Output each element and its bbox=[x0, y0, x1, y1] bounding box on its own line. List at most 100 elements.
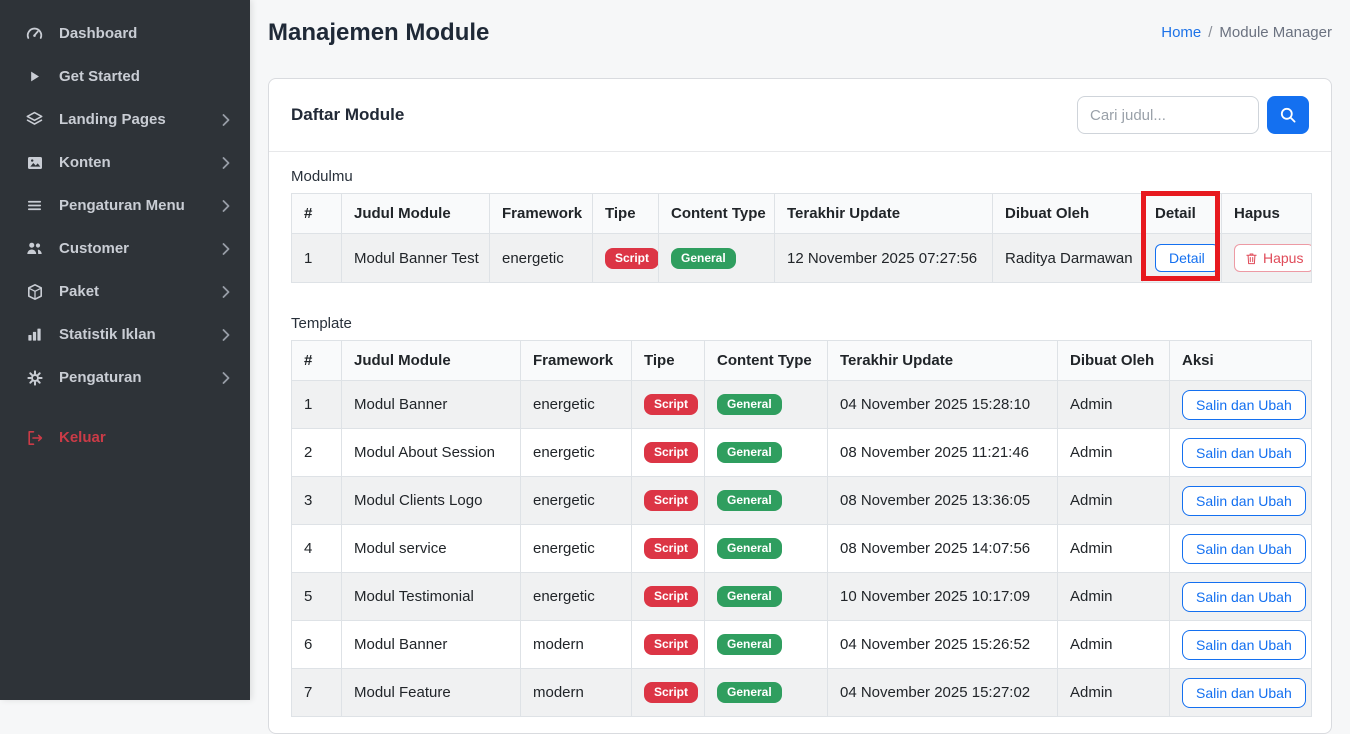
content-type-cell: General bbox=[705, 525, 828, 573]
hapus-button-label: Hapus bbox=[1263, 250, 1303, 266]
sidebar-item-paket[interactable]: Paket bbox=[0, 270, 250, 313]
aksi-cell: Salin dan Ubah bbox=[1170, 669, 1312, 717]
salin-dan-ubah-button[interactable]: Salin dan Ubah bbox=[1182, 582, 1306, 612]
hapus-cell: Hapus bbox=[1222, 234, 1312, 283]
table-row: 2 Modul About Session energetic Script G… bbox=[292, 429, 1312, 477]
tipe-badge: Script bbox=[644, 442, 698, 463]
chevron-right-icon bbox=[222, 286, 230, 298]
aksi-cell: Salin dan Ubah bbox=[1170, 381, 1312, 429]
aksi-cell: Salin dan Ubah bbox=[1170, 525, 1312, 573]
table-header-row: # Judul Module Framework Tipe Content Ty… bbox=[292, 194, 1312, 234]
salin-dan-ubah-button[interactable]: Salin dan Ubah bbox=[1182, 534, 1306, 564]
trash-icon bbox=[1245, 252, 1258, 265]
section-label-modulmu: Modulmu bbox=[291, 168, 1309, 185]
sidebar-item-label: Pengaturan Menu bbox=[59, 197, 185, 214]
hapus-button[interactable]: Hapus bbox=[1234, 244, 1312, 272]
tipe-cell: Script bbox=[632, 669, 705, 717]
sidebar-item-konten[interactable]: Konten bbox=[0, 141, 250, 184]
framework-cell: energetic bbox=[521, 573, 632, 621]
framework-cell: energetic bbox=[521, 429, 632, 477]
sidebar-item-label: Pengaturan bbox=[59, 369, 142, 386]
aksi-cell: Salin dan Ubah bbox=[1170, 477, 1312, 525]
column-header: Framework bbox=[521, 341, 632, 381]
box-icon bbox=[25, 282, 44, 301]
sidebar: Dashboard Get Started Landing Pages Kont… bbox=[0, 0, 250, 700]
content-type-badge: General bbox=[717, 634, 782, 655]
sidebar-item-label: Customer bbox=[59, 240, 129, 257]
salin-dan-ubah-button[interactable]: Salin dan Ubah bbox=[1182, 438, 1306, 468]
chevron-right-icon bbox=[222, 157, 230, 169]
search-icon bbox=[1279, 106, 1297, 124]
terakhir-update-cell: 12 November 2025 07:27:56 bbox=[775, 234, 993, 283]
row-number: 6 bbox=[292, 621, 342, 669]
table-row: 7 Modul Feature modern Script General 04… bbox=[292, 669, 1312, 717]
framework-cell: energetic bbox=[521, 525, 632, 573]
dibuat-oleh-cell: Admin bbox=[1058, 525, 1170, 573]
search-button[interactable] bbox=[1267, 96, 1309, 134]
aksi-cell: Salin dan Ubah bbox=[1170, 429, 1312, 477]
breadcrumb-home-link[interactable]: Home bbox=[1161, 24, 1201, 41]
tipe-cell: Script bbox=[593, 234, 659, 283]
judul-module-cell: Modul Feature bbox=[342, 669, 521, 717]
framework-cell: modern bbox=[521, 621, 632, 669]
framework-cell: energetic bbox=[521, 381, 632, 429]
card-header: Daftar Module bbox=[269, 79, 1331, 152]
card-title: Daftar Module bbox=[291, 105, 404, 125]
daftar-module-card: Daftar Module Modulmu bbox=[268, 78, 1332, 734]
row-number: 5 bbox=[292, 573, 342, 621]
modulmu-table: # Judul Module Framework Tipe Content Ty… bbox=[291, 193, 1312, 283]
row-number: 1 bbox=[292, 381, 342, 429]
speedometer-icon bbox=[25, 24, 44, 43]
dibuat-oleh-cell: Admin bbox=[1058, 381, 1170, 429]
chevron-right-icon bbox=[222, 114, 230, 126]
salin-dan-ubah-button[interactable]: Salin dan Ubah bbox=[1182, 630, 1306, 660]
column-header: Content Type bbox=[659, 194, 775, 234]
terakhir-update-cell: 04 November 2025 15:26:52 bbox=[828, 621, 1058, 669]
salin-dan-ubah-button[interactable]: Salin dan Ubah bbox=[1182, 390, 1306, 420]
column-header: Judul Module bbox=[342, 341, 521, 381]
content-type-cell: General bbox=[705, 381, 828, 429]
image-icon bbox=[25, 153, 44, 172]
sidebar-item-dashboard[interactable]: Dashboard bbox=[0, 12, 250, 55]
sidebar-item-label: Statistik Iklan bbox=[59, 326, 156, 343]
card-body: Modulmu # Judul Module Framework Tipe Co… bbox=[269, 152, 1331, 733]
table-header-row: # Judul Module Framework Tipe Content Ty… bbox=[292, 341, 1312, 381]
detail-button[interactable]: Detail bbox=[1155, 244, 1219, 272]
content-type-cell: General bbox=[705, 621, 828, 669]
column-header: # bbox=[292, 194, 342, 234]
dibuat-oleh-cell: Admin bbox=[1058, 669, 1170, 717]
tipe-badge: Script bbox=[605, 248, 659, 269]
sidebar-item-pengaturan[interactable]: Pengaturan bbox=[0, 356, 250, 399]
sidebar-item-statistik-iklan[interactable]: Statistik Iklan bbox=[0, 313, 250, 356]
detail-cell: Detail bbox=[1143, 234, 1222, 283]
content-type-cell: General bbox=[705, 573, 828, 621]
row-number: 7 bbox=[292, 669, 342, 717]
template-table: # Judul Module Framework Tipe Content Ty… bbox=[291, 340, 1312, 717]
sidebar-item-get-started[interactable]: Get Started bbox=[0, 55, 250, 98]
search-group bbox=[1077, 96, 1309, 134]
template-section: Template # Judul Module Framework Tipe C… bbox=[291, 315, 1309, 717]
content-type-badge: General bbox=[717, 490, 782, 511]
search-input[interactable] bbox=[1077, 96, 1259, 134]
breadcrumb-separator: / bbox=[1208, 24, 1212, 41]
chevron-right-icon bbox=[222, 329, 230, 341]
sidebar-item-landing-pages[interactable]: Landing Pages bbox=[0, 98, 250, 141]
judul-module-cell: Modul About Session bbox=[342, 429, 521, 477]
sidebar-item-customer[interactable]: Customer bbox=[0, 227, 250, 270]
salin-dan-ubah-button[interactable]: Salin dan Ubah bbox=[1182, 678, 1306, 708]
play-icon bbox=[25, 67, 44, 86]
framework-cell: energetic bbox=[490, 234, 593, 283]
dibuat-oleh-cell: Admin bbox=[1058, 621, 1170, 669]
bar-chart-icon bbox=[25, 325, 44, 344]
column-header-detail: Detail bbox=[1143, 194, 1222, 234]
sidebar-item-pengaturan-menu[interactable]: Pengaturan Menu bbox=[0, 184, 250, 227]
salin-dan-ubah-button[interactable]: Salin dan Ubah bbox=[1182, 486, 1306, 516]
judul-module-cell: Modul Banner bbox=[342, 381, 521, 429]
tipe-badge: Script bbox=[644, 634, 698, 655]
logout-icon bbox=[25, 428, 44, 447]
aksi-cell: Salin dan Ubah bbox=[1170, 573, 1312, 621]
sidebar-item-keluar[interactable]: Keluar bbox=[0, 416, 250, 459]
column-header: Tipe bbox=[593, 194, 659, 234]
terakhir-update-cell: 10 November 2025 10:17:09 bbox=[828, 573, 1058, 621]
tipe-cell: Script bbox=[632, 573, 705, 621]
